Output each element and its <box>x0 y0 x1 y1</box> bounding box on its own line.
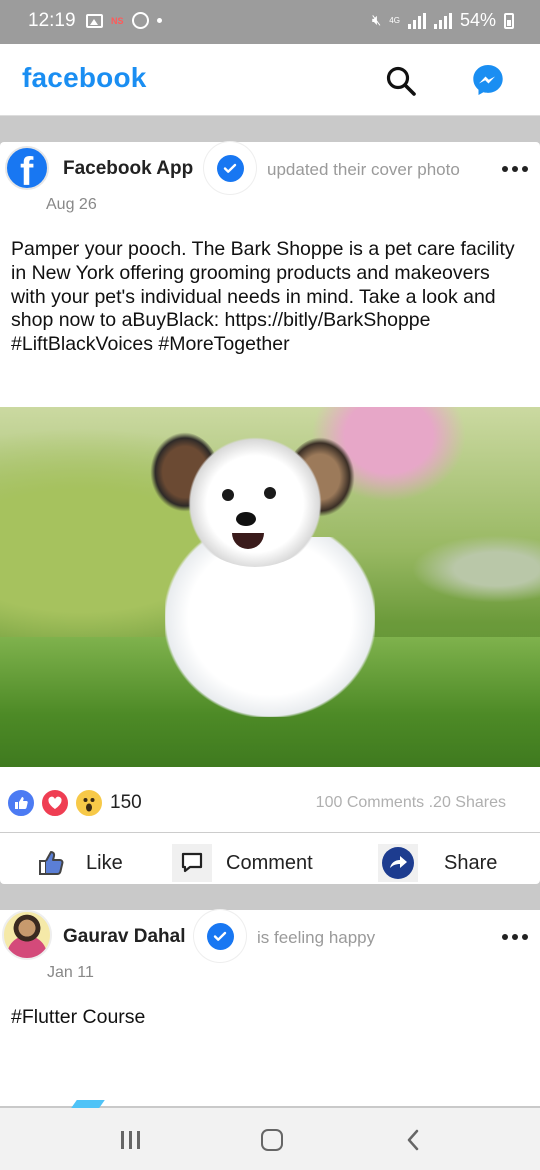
facebook-logo: facebook <box>22 62 147 93</box>
recent-apps-button[interactable] <box>121 1131 140 1149</box>
comment-icon <box>172 844 212 882</box>
love-reaction-icon <box>40 788 70 818</box>
verified-badge <box>194 910 246 962</box>
post-card: Gaurav Dahal is feeling happy Jan 11 #Fl… <box>0 910 540 1106</box>
reactions-summary[interactable]: 150 <box>6 788 142 818</box>
post-more-button[interactable] <box>502 166 528 172</box>
post-image[interactable] <box>0 407 540 767</box>
back-button[interactable] <box>404 1128 422 1157</box>
post-date: Jan 11 <box>47 964 94 981</box>
post-more-button[interactable] <box>502 934 528 940</box>
post-text: #Flutter Course <box>11 1006 146 1028</box>
network-type: 4G <box>389 15 400 25</box>
flutter-logo-icon <box>71 1100 105 1108</box>
status-bar: 12:19 NS 🔇︎ 4G 54% <box>0 0 540 44</box>
battery-percent: 54% <box>459 10 496 30</box>
battery-icon <box>504 12 514 29</box>
home-button[interactable] <box>261 1129 283 1151</box>
signal-icon <box>407 12 426 29</box>
app-bar: facebook <box>0 44 540 116</box>
post-text: Pamper your pooch. The Bark Shoppe is a … <box>11 238 515 356</box>
comment-button[interactable]: Comment <box>172 844 313 882</box>
share-icon <box>378 844 418 882</box>
post-card: f Facebook App updated their cover photo… <box>0 142 540 884</box>
post-action-text: updated their cover photo <box>267 160 460 179</box>
author-avatar[interactable] <box>2 910 52 960</box>
like-label: Like <box>86 851 123 874</box>
facebook-f-icon: f <box>20 150 34 190</box>
share-label: Share <box>444 851 498 874</box>
like-icon <box>32 844 72 882</box>
status-time: 12:19 <box>28 10 76 31</box>
post-stats[interactable]: 100 Comments .20 Shares <box>316 794 506 812</box>
verified-check-icon <box>206 922 234 950</box>
post-date: Aug 26 <box>46 196 97 213</box>
verified-badge <box>204 142 256 194</box>
like-reaction-icon <box>6 788 36 818</box>
search-icon <box>386 66 416 96</box>
author-avatar[interactable]: f <box>5 146 49 190</box>
more-notifications-icon <box>156 18 162 23</box>
wow-reaction-icon <box>74 788 104 818</box>
back-icon <box>407 1129 419 1151</box>
notification-icons: NS <box>86 12 162 29</box>
system-nav-bar <box>0 1108 540 1170</box>
post-author[interactable]: Gaurav Dahal <box>63 926 186 948</box>
reaction-count: 150 <box>110 792 142 813</box>
system-icons: 🔇︎ 4G 54% <box>372 10 514 31</box>
comment-label: Comment <box>226 851 313 874</box>
mute-icon: 🔇︎ <box>371 12 382 29</box>
post-action-text: is feeling happy <box>257 928 376 947</box>
messenger-icon <box>473 65 503 95</box>
search-button[interactable] <box>384 64 418 98</box>
signal-2-icon <box>433 12 452 29</box>
ns-icon: NS <box>111 15 124 26</box>
like-button[interactable]: Like <box>32 844 123 882</box>
gallery-icon <box>86 13 103 28</box>
post-author[interactable]: Facebook App <box>63 158 193 180</box>
divider <box>0 832 540 833</box>
whatsapp-icon <box>131 12 149 29</box>
verified-check-icon <box>216 154 244 182</box>
messenger-button[interactable] <box>470 62 506 98</box>
share-button[interactable]: Share <box>378 844 497 882</box>
